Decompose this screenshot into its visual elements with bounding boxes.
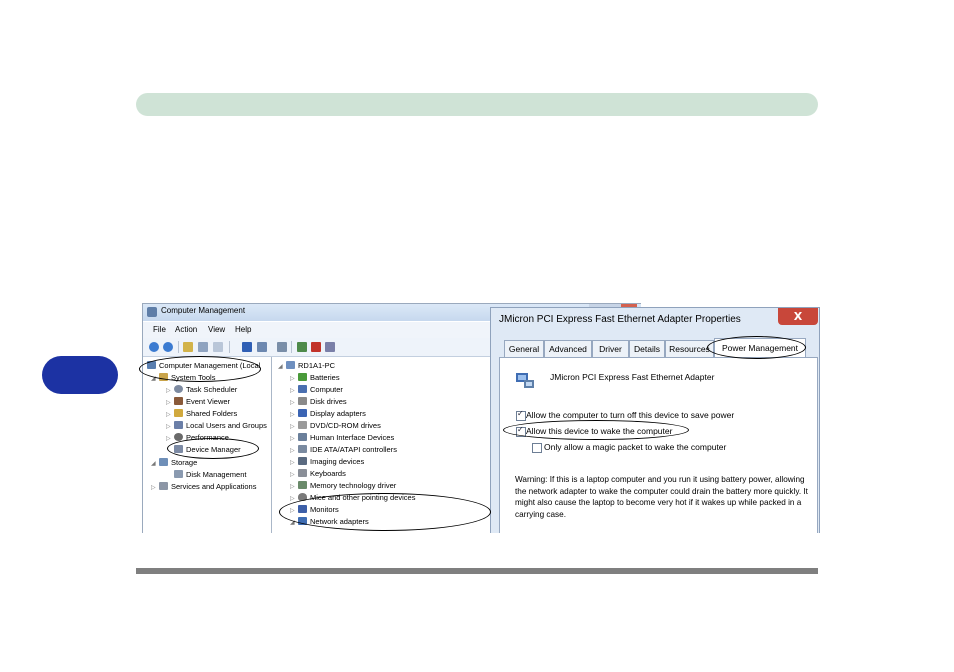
help-icon[interactable] [242,342,252,352]
back-arrow-icon[interactable] [149,342,159,352]
network-adapter-icon [516,373,534,388]
computer-icon [286,361,295,369]
tab-general[interactable]: General [504,340,544,357]
ide-controller-icon [298,445,307,453]
users-icon [174,421,183,429]
expand-arrow-icon[interactable]: ▷ [290,471,298,478]
collapse-arrow-icon[interactable]: ◢ [151,460,159,467]
allow-turn-off-checkbox[interactable] [516,409,526,421]
expand-arrow-icon[interactable]: ▷ [166,435,174,442]
tree-item-services-and-applications[interactable]: ▷ Services and Applications [151,482,256,493]
expand-arrow-icon[interactable]: ▷ [166,399,174,406]
device-category[interactable]: ▷ Human Interface Devices [290,433,394,444]
expand-arrow-icon[interactable]: ▷ [290,459,298,466]
disable-device-icon[interactable] [325,342,335,352]
device-category[interactable]: ▷ Display adapters [290,409,366,420]
device-category[interactable]: ▷ Keyboards [290,469,346,480]
expand-arrow-icon[interactable]: ▷ [151,484,159,491]
tree-item-shared-folders[interactable]: ▷ Shared Folders [166,409,237,420]
device-category[interactable]: ▷ Batteries [290,373,340,384]
expand-arrow-icon[interactable]: ▷ [290,387,298,394]
hid-icon [298,433,307,441]
expand-arrow-icon[interactable]: ▷ [290,447,298,454]
callout-mice-devices [279,493,491,531]
expand-arrow-icon[interactable]: ▷ [290,411,298,418]
tree-item-disk-management[interactable]: Disk Management [174,470,246,481]
dialog-title: JMicron PCI Express Fast Ethernet Adapte… [499,314,741,325]
update-driver-icon[interactable] [297,342,307,352]
computer-icon [298,385,307,393]
device-tree-root[interactable]: ◢ RD1A1-PC [278,361,335,372]
scan-hardware-icon[interactable] [277,342,287,352]
tree-item-local-users-and-groups[interactable]: ▷ Local Users and Groups [166,421,267,432]
shared-folder-icon [174,409,183,417]
forward-arrow-icon[interactable] [163,342,173,352]
expand-arrow-icon[interactable]: ▷ [290,483,298,490]
tab-driver[interactable]: Driver [592,340,629,357]
chapter-tab [42,356,118,394]
expand-arrow-icon[interactable]: ▷ [166,423,174,430]
tree-item-storage[interactable]: ◢ Storage [151,458,197,469]
battery-warning-text: Warning: If this is a laptop computer an… [515,475,808,519]
magic-packet-label: Only allow a magic packet to wake the co… [544,442,727,452]
properties-icon[interactable] [213,342,223,352]
device-category[interactable]: ▷ Memory technology driver [290,481,396,492]
services-icon [159,482,168,490]
tab-advanced[interactable]: Advanced [544,340,592,357]
show-hide-tree-icon[interactable] [198,342,208,352]
tree-item-task-scheduler[interactable]: ▷ Task Scheduler [166,385,237,396]
allow-turn-off-label: Allow the computer to turn off this devi… [526,410,735,420]
menu-file[interactable]: File [153,325,166,334]
storage-icon [159,458,168,466]
clock-icon [174,385,183,393]
footer-rule [136,568,818,574]
disk-drive-icon [298,397,307,405]
device-category[interactable]: ▷ Computer [290,385,343,396]
disk-icon [174,470,183,478]
toolbar-divider [178,341,179,353]
menu-action[interactable]: Action [175,325,197,334]
event-log-icon [174,397,183,405]
page-header-bar [136,93,818,116]
optical-drive-icon [298,421,307,429]
keyboard-icon [298,469,307,477]
device-category[interactable]: ▷ Imaging devices [290,457,364,468]
dialog-close-button[interactable]: X [778,308,818,325]
uninstall-icon[interactable] [311,342,321,352]
device-name-label: JMicron PCI Express Fast Ethernet Adapte… [550,372,715,382]
expand-arrow-icon[interactable]: ▷ [166,387,174,394]
menu-help[interactable]: Help [235,325,251,334]
expand-arrow-icon[interactable]: ▷ [290,375,298,382]
callout-power-management-tab [707,336,806,359]
toolbar-divider [291,341,292,353]
show-action-pane-icon[interactable] [257,342,267,352]
expand-arrow-icon[interactable]: ▷ [290,435,298,442]
toolbar-divider [229,341,230,353]
expand-arrow-icon[interactable]: ▷ [166,411,174,418]
device-category[interactable]: ▷ DVD/CD-ROM drives [290,421,381,432]
camera-icon [298,457,307,465]
up-folder-icon[interactable] [183,342,193,352]
callout-wake-option [503,420,689,440]
expand-arrow-icon[interactable]: ▷ [290,399,298,406]
expand-arrow-icon[interactable]: ▷ [290,423,298,430]
device-category[interactable]: ▷ IDE ATA/ATAPI controllers [290,445,397,456]
magic-packet-checkbox[interactable] [532,443,542,453]
memory-icon [298,481,307,489]
tree-item-event-viewer[interactable]: ▷ Event Viewer [166,397,230,408]
tab-details[interactable]: Details [629,340,665,357]
callout-system-tools [139,356,261,382]
computer-management-icon [147,307,157,317]
power-management-panel: JMicron PCI Express Fast Ethernet Adapte… [499,357,818,533]
cm-window-title: Computer Management [161,306,246,315]
display-adapter-icon [298,409,307,417]
device-category[interactable]: ▷ Disk drives [290,397,347,408]
battery-icon [298,373,307,381]
collapse-arrow-icon[interactable]: ◢ [278,363,286,370]
menu-view[interactable]: View [208,325,225,334]
callout-device-manager [167,438,259,459]
